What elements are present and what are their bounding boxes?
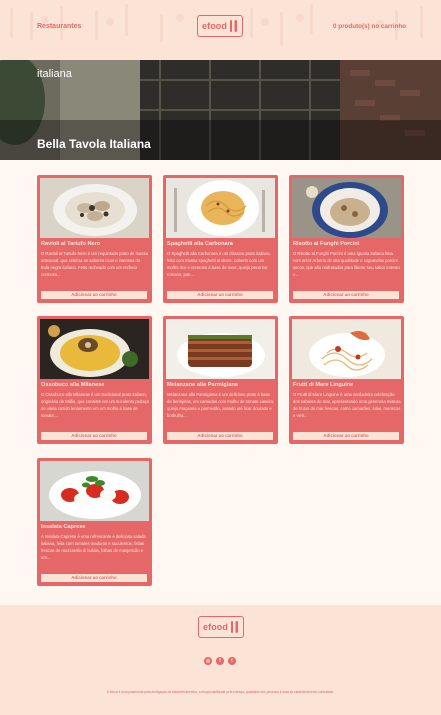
- card-title: Frutti di Mare Linguine: [293, 382, 354, 388]
- site-header: Restaurantes efood 0 produto(s) no carri…: [0, 0, 441, 60]
- footer-disclaimer: A efood é uma plataforma para divulgação…: [106, 690, 335, 694]
- parmigiana-photo: [165, 318, 275, 379]
- site-footer: efood ◎ f t A efood é uma plataforma par…: [0, 605, 441, 715]
- card-title: Risotto al Funghi Porcini: [293, 241, 360, 247]
- menu-card-carbonara[interactable]: Spaghetti alla Carbonara O Spaghetti all…: [163, 175, 278, 303]
- card-title: Insalata Caprese: [41, 524, 86, 530]
- risotto-photo: [291, 177, 401, 238]
- add-to-cart-button[interactable]: Adicionar ao carrinho: [167, 432, 273, 440]
- card-description: O Spaghetti alla Carbonara é um clássico…: [167, 251, 271, 277]
- add-to-cart-button[interactable]: Adicionar ao carrinho: [41, 291, 147, 299]
- card-description: A Insalata Caprese é uma refrescante e d…: [41, 534, 146, 560]
- cart-link[interactable]: 0 produto(s) no carrinho: [333, 23, 406, 30]
- ossobuco-photo: [39, 318, 149, 379]
- card-title: Melanzane alla Parmigiana: [167, 382, 238, 388]
- add-to-cart-button[interactable]: Adicionar ao carrinho: [41, 432, 147, 440]
- add-to-cart-button[interactable]: Adicionar ao carrinho: [293, 291, 399, 299]
- add-to-cart-button[interactable]: Adicionar ao carrinho: [41, 574, 147, 582]
- twitter-icon[interactable]: t: [228, 657, 236, 665]
- logo-text: efood: [202, 21, 227, 31]
- caprese-photo: [39, 460, 149, 521]
- menu-card-linguine[interactable]: Frutti di Mare Linguine O Frutti di Mare…: [289, 316, 404, 444]
- card-description: O Ravioli al Tartufo Nero é um requintad…: [41, 251, 148, 277]
- card-description: O Risotto al Funghi Porcini é uma iguari…: [293, 251, 400, 277]
- facebook-icon[interactable]: f: [216, 657, 224, 665]
- hero-category: italiana: [37, 68, 72, 80]
- card-title: Ossobuco alla Milanese: [41, 382, 105, 388]
- ravioli-photo: [39, 177, 149, 238]
- linguine-photo: [291, 318, 401, 379]
- menu-card-caprese[interactable]: Insalata Caprese A Insalata Caprese é um…: [37, 458, 152, 586]
- instagram-icon[interactable]: ◎: [204, 657, 212, 665]
- restaurant-title: Bella Tavola Italiana: [37, 137, 151, 151]
- nav-restaurants-link[interactable]: Restaurantes: [37, 23, 81, 30]
- fork-knife-icon: [230, 20, 237, 32]
- restaurant-hero: italiana Bella Tavola Italiana: [0, 60, 441, 160]
- footer-efood-logo[interactable]: efood: [198, 616, 244, 638]
- add-to-cart-button[interactable]: Adicionar ao carrinho: [293, 432, 399, 440]
- card-description: O Ossobuco alla Milanese é um tradiciona…: [41, 392, 149, 418]
- menu-card-parmigiana[interactable]: Melanzane alla Parmigiana Melanzane alla…: [163, 316, 278, 444]
- menu-card-ossobuco[interactable]: Ossobuco alla Milanese O Ossobuco alla M…: [37, 316, 152, 444]
- menu-card-risotto[interactable]: Risotto al Funghi Porcini O Risotto al F…: [289, 175, 404, 303]
- efood-logo[interactable]: efood: [197, 15, 243, 37]
- fork-knife-icon: [231, 621, 238, 633]
- carbonara-photo: [165, 177, 275, 238]
- add-to-cart-button[interactable]: Adicionar ao carrinho: [167, 291, 273, 299]
- social-links: ◎ f t: [204, 657, 236, 665]
- card-description: O Frutti di Mare Linguine é uma verdadei…: [293, 392, 401, 418]
- card-title: Spaghetti alla Carbonara: [167, 241, 233, 247]
- logo-text: efood: [203, 622, 228, 632]
- card-description: Melanzane alla Parmigiana é um delicioso…: [167, 392, 275, 418]
- menu-card-ravioli[interactable]: Ravioli al Tartufo Nero O Ravioli al Tar…: [37, 175, 152, 303]
- card-title: Ravioli al Tartufo Nero: [41, 241, 101, 247]
